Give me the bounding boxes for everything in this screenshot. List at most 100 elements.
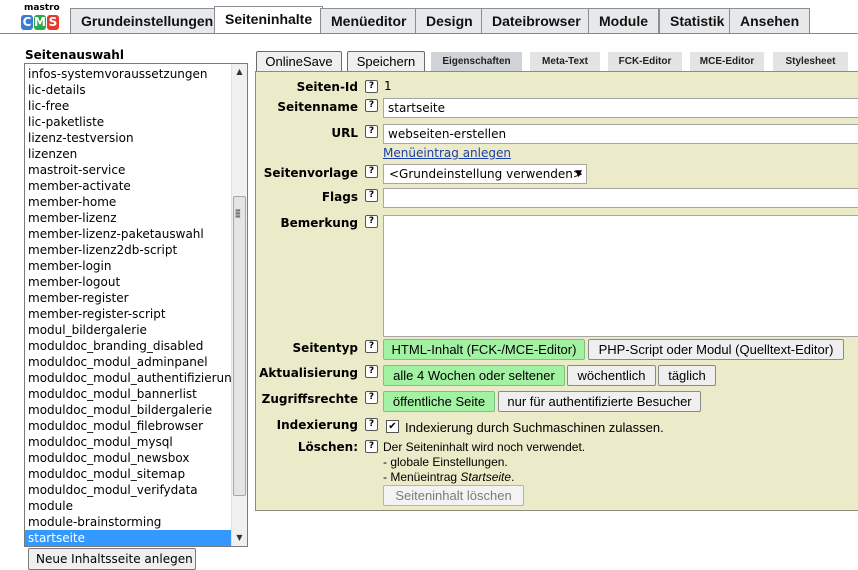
- help-icon[interactable]: ?: [365, 189, 378, 202]
- seiten-id-label: Seiten-Id: [296, 80, 358, 94]
- list-item[interactable]: mastroit-service: [25, 162, 232, 178]
- subtab-stylesheet[interactable]: Stylesheet: [773, 52, 848, 71]
- loeschen-note-line2: - globale Einstellungen.: [383, 455, 508, 469]
- scroll-down-icon[interactable]: ▼: [232, 530, 247, 546]
- url-label: URL: [331, 126, 358, 140]
- zugriff-authentifiziert-option[interactable]: nur für authentifizierte Besucher: [498, 391, 701, 412]
- list-item[interactable]: member-home: [25, 194, 232, 210]
- url-input[interactable]: webseiten-erstellen: [383, 124, 858, 144]
- sidebar-title: Seitenauswahl: [25, 48, 124, 62]
- bemerkung-textarea[interactable]: [383, 215, 858, 337]
- subtab-mce-editor[interactable]: MCE-Editor: [690, 52, 764, 71]
- list-item[interactable]: lizenz-testversion: [25, 130, 232, 146]
- tab-dateibrowser[interactable]: Dateibrowser: [481, 8, 592, 34]
- list-item[interactable]: module-brainstorming: [25, 514, 232, 530]
- page-select-list[interactable]: infos-systemvoraussetzungen lic-details li…: [24, 63, 248, 547]
- list-item[interactable]: moduldoc_modul_newsbox: [25, 450, 232, 466]
- seitentyp-php-option[interactable]: PHP-Script oder Modul (Quelltext-Editor): [588, 339, 844, 360]
- seitentyp-label: Seitentyp: [292, 341, 358, 355]
- mastro-cms-logo: mastro C M S: [21, 3, 60, 30]
- list-item[interactable]: member-login: [25, 258, 232, 274]
- seiten-id-value: 1: [384, 79, 392, 93]
- seitenvorlage-label: Seitenvorlage: [263, 166, 358, 180]
- list-item[interactable]: moduldoc_modul_adminpanel: [25, 354, 232, 370]
- flags-input[interactable]: [383, 188, 858, 208]
- loeschen-note-line1: Der Seiteninhalt wird noch verwendet.: [383, 440, 586, 454]
- zugriff-oeffentlich-option[interactable]: öffentliche Seite: [383, 391, 495, 412]
- tab-design[interactable]: Design: [415, 8, 484, 34]
- scroll-thumb[interactable]: [233, 196, 246, 496]
- tab-menueeditor[interactable]: Menüeditor: [320, 8, 418, 34]
- list-item[interactable]: moduldoc_modul_bannerlist: [25, 386, 232, 402]
- aktualisierung-4-wochen-option[interactable]: alle 4 Wochen oder seltener: [383, 365, 565, 386]
- list-item[interactable]: member-register-script: [25, 306, 232, 322]
- save-button[interactable]: Speichern: [347, 51, 425, 73]
- aktualisierung-woechentlich-option[interactable]: wöchentlich: [567, 365, 656, 386]
- tab-module[interactable]: Module: [588, 8, 659, 34]
- list-item[interactable]: lizenzen: [25, 146, 232, 162]
- dropdown-arrow-icon: ▼: [575, 169, 582, 179]
- indexierung-checkbox[interactable]: ✔: [386, 420, 399, 433]
- aktualisierung-taeglich-option[interactable]: täglich: [658, 365, 716, 386]
- help-icon[interactable]: ?: [365, 391, 378, 404]
- help-icon[interactable]: ?: [365, 340, 378, 353]
- list-item[interactable]: moduldoc_modul_verifydata: [25, 482, 232, 498]
- help-icon[interactable]: ?: [365, 125, 378, 138]
- list-item[interactable]: moduldoc_modul_bildergalerie: [25, 402, 232, 418]
- help-icon[interactable]: ?: [365, 99, 378, 112]
- scroll-grip-icon: ▬ ▬ ▬: [235, 207, 241, 220]
- tab-grundeinstellungen[interactable]: Grundeinstellungen: [70, 8, 225, 34]
- seitenname-label: Seitenname: [277, 100, 358, 114]
- list-item[interactable]: moduldoc_branding_disabled: [25, 338, 232, 354]
- online-save-button[interactable]: OnlineSave: [256, 51, 342, 73]
- indexierung-text: Indexierung durch Suchmaschinen zulassen…: [405, 420, 664, 435]
- tab-statistik[interactable]: Statistik: [659, 8, 736, 34]
- list-item[interactable]: member-lizenz2db-script: [25, 242, 232, 258]
- seiteninhalt-loeschen-button[interactable]: Seiteninhalt löschen: [383, 485, 524, 506]
- list-item[interactable]: moduldoc_modul_mysql: [25, 434, 232, 450]
- list-item[interactable]: lic-paketliste: [25, 114, 232, 130]
- list-item[interactable]: moduldoc_modul_authentifizierung: [25, 370, 232, 386]
- list-item[interactable]: lic-details: [25, 82, 232, 98]
- help-icon[interactable]: ?: [365, 215, 378, 228]
- help-icon[interactable]: ?: [365, 80, 378, 93]
- page-list-items: infos-systemvoraussetzungen lic-details li…: [25, 66, 232, 546]
- subtab-fck-editor[interactable]: FCK-Editor: [608, 52, 682, 71]
- list-item[interactable]: member-logout: [25, 274, 232, 290]
- list-scrollbar[interactable]: ▲ ▬ ▬ ▬ ▼: [231, 64, 247, 546]
- list-item[interactable]: member-register: [25, 290, 232, 306]
- tab-ansehen[interactable]: Ansehen: [729, 8, 811, 34]
- subtab-eigenschaften[interactable]: Eigenschaften: [431, 52, 522, 71]
- subtab-meta-text[interactable]: Meta-Text: [530, 52, 600, 71]
- help-icon[interactable]: ?: [365, 365, 378, 378]
- loeschen-label: Löschen:: [297, 440, 358, 454]
- logo-letter-c: C: [21, 15, 33, 30]
- list-item[interactable]: module: [25, 498, 232, 514]
- bemerkung-label: Bemerkung: [280, 216, 358, 230]
- seitenvorlage-select[interactable]: <Grundeinstellung verwenden> ▼: [383, 164, 587, 184]
- scroll-up-icon[interactable]: ▲: [232, 64, 247, 80]
- list-item[interactable]: lic-free: [25, 98, 232, 114]
- seitenname-input[interactable]: startseite: [383, 98, 858, 118]
- list-item[interactable]: member-lizenz: [25, 210, 232, 226]
- logo-letter-m: M: [34, 15, 46, 30]
- menueintrag-anlegen-link[interactable]: Menüeintrag anlegen: [383, 146, 511, 160]
- top-bar: mastro C M S Grundeinstellungen Seitenin…: [0, 0, 858, 34]
- list-item[interactable]: moduldoc_modul_filebrowser: [25, 418, 232, 434]
- new-page-button[interactable]: Neue Inhaltsseite anlegen: [28, 548, 196, 570]
- seitentyp-html-option[interactable]: HTML-Inhalt (FCK-/MCE-Editor): [383, 339, 585, 360]
- indexierung-label: Indexierung: [276, 418, 358, 432]
- list-item[interactable]: modul_bildergalerie: [25, 322, 232, 338]
- list-item[interactable]: infos-systemvoraussetzungen: [25, 66, 232, 82]
- list-item[interactable]: member-activate: [25, 178, 232, 194]
- tab-seiteninhalte[interactable]: Seiteninhalte: [214, 6, 324, 34]
- logo-letter-s: S: [47, 15, 59, 30]
- list-item[interactable]: member-lizenz-paketauswahl: [25, 226, 232, 242]
- help-icon[interactable]: ?: [365, 418, 378, 431]
- list-item[interactable]: startseite: [25, 530, 232, 546]
- zugriffsrechte-label: Zugriffsrechte: [261, 392, 358, 406]
- list-item[interactable]: moduldoc_modul_sitemap: [25, 466, 232, 482]
- help-icon[interactable]: ?: [365, 165, 378, 178]
- aktualisierung-label: Aktualisierung: [259, 366, 358, 380]
- help-icon[interactable]: ?: [365, 440, 378, 453]
